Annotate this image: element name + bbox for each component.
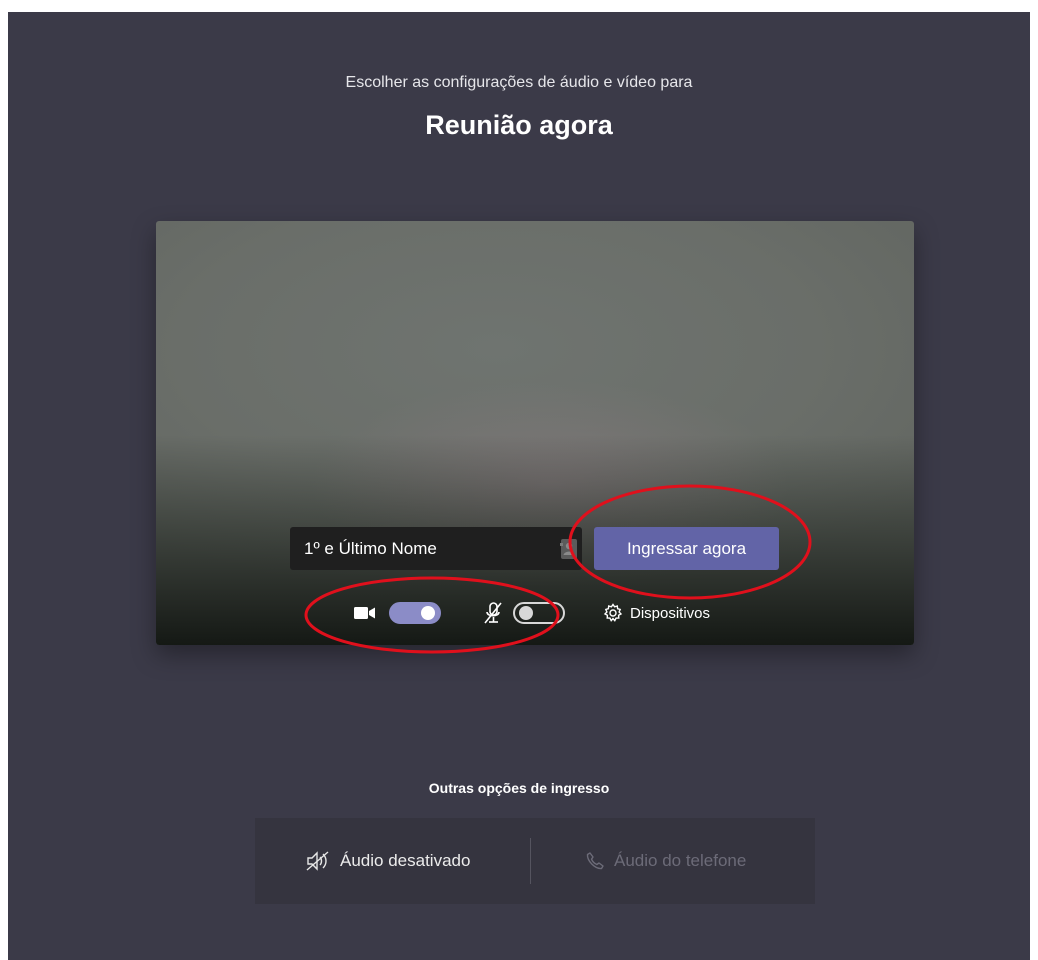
video-camera-icon[interactable] [354, 606, 376, 620]
pre-join-screen: Escolher as configurações de áudio e víd… [8, 12, 1030, 960]
audio-off-label: Áudio desativado [340, 851, 471, 870]
contact-card-icon [560, 539, 577, 559]
meeting-title: Reunião agora [425, 110, 613, 140]
options-divider [530, 838, 531, 884]
microphone-toggle[interactable] [513, 602, 565, 624]
speaker-off-icon [306, 851, 329, 871]
phone-audio-label: Áudio do telefone [614, 851, 747, 870]
camera-toggle-knob [421, 606, 435, 620]
settings-subtitle: Escolher as configurações de áudio e víd… [345, 74, 693, 91]
other-options-title: Outras opções de ingresso [428, 780, 610, 796]
devices-button[interactable]: Dispositivos [603, 600, 710, 626]
phone-icon [586, 852, 604, 870]
join-now-button[interactable]: Ingressar agora [594, 527, 779, 570]
phone-audio-option[interactable]: Áudio do telefone [585, 818, 746, 904]
mic-off-icon[interactable] [482, 601, 504, 625]
devices-label: Dispositivos [630, 604, 711, 622]
other-join-options: Áudio desativado Áudio do telefone [255, 818, 815, 904]
name-input[interactable] [290, 527, 560, 570]
microphone-toggle-knob [519, 606, 533, 620]
video-preview: Ingressar agora [156, 221, 914, 645]
audio-off-option[interactable]: Áudio desativado [305, 818, 470, 904]
camera-toggle[interactable] [389, 602, 441, 624]
name-field-container [290, 527, 582, 570]
gear-icon [603, 603, 623, 622]
